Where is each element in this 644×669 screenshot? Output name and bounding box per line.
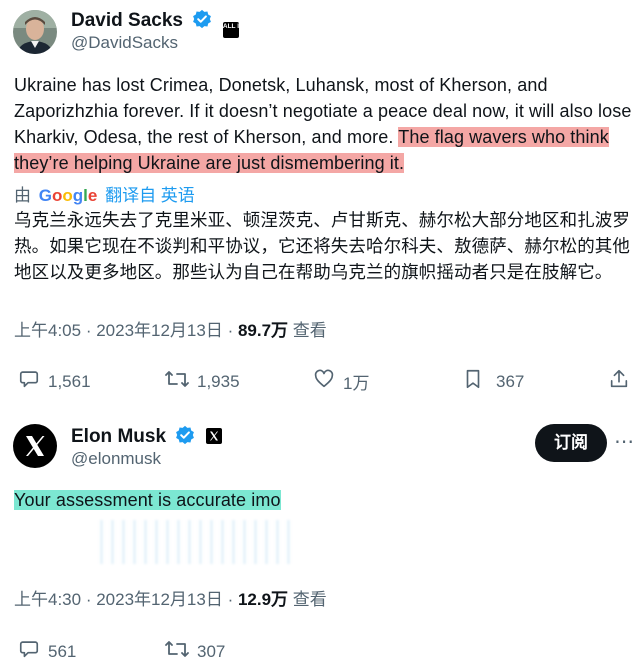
bookmark-icon: [462, 368, 492, 395]
view-count: 89.7万: [237, 321, 289, 340]
verified-icon: [175, 425, 195, 450]
david-sacks-avatar[interactable]: [13, 10, 57, 54]
verified-icon: [192, 9, 212, 34]
retweet-icon: [165, 368, 197, 395]
views-label: 查看: [292, 590, 327, 609]
retweet-button[interactable]: 307: [165, 638, 225, 665]
tweet-time[interactable]: 上午4:30: [14, 590, 81, 609]
reply-icon: [18, 368, 48, 395]
share-button[interactable]: [608, 368, 638, 395]
view-count: 12.9万: [237, 590, 289, 609]
author-name[interactable]: David Sacks: [71, 10, 183, 31]
tweet-meta: 上午4:05 · 2023年12月13日 · 89.7万 查看: [14, 321, 327, 340]
author-handle[interactable]: @DavidSacks: [71, 33, 178, 53]
reply-icon: [18, 638, 48, 665]
author-handle[interactable]: @elonmusk: [71, 449, 161, 469]
tweet-text-highlighted: Your assessment is accurate imo: [14, 490, 281, 510]
like-button[interactable]: 1万: [313, 368, 369, 395]
tweet-text: Ukraine has lost Crimea, Donetsk, Luhans…: [14, 72, 634, 176]
tweet-meta: 上午4:30 · 2023年12月13日 · 12.9万 查看: [14, 590, 327, 609]
retweet-count: 307: [197, 641, 226, 661]
reply-button[interactable]: 561: [18, 638, 76, 665]
retweet-count: 1,935: [197, 371, 240, 391]
views-label: 查看: [292, 321, 327, 340]
translate-prefix: 由: [14, 186, 31, 205]
retweet-icon: [165, 638, 197, 665]
translated-text: 乌克兰永远失去了克里米亚、顿涅茨克、卢甘斯克、赫尔松大部分地区和扎波罗热。如果它…: [14, 211, 630, 283]
translate-link[interactable]: 翻译自 英语: [105, 186, 195, 205]
author-name[interactable]: Elon Musk: [71, 426, 166, 447]
tweet-date[interactable]: 2023年12月13日: [96, 321, 223, 340]
share-icon: [608, 368, 638, 395]
more-icon[interactable]: ⋯: [614, 429, 635, 454]
blurred-artifact: [100, 520, 290, 564]
tweet-time[interactable]: 上午4:05: [14, 321, 81, 340]
bookmark-count: 367: [496, 371, 525, 391]
x-affiliate-badge-icon[interactable]: [205, 428, 222, 444]
reply-button[interactable]: 1,561: [18, 368, 91, 395]
tweet-text: Your assessment is accurate imo: [14, 487, 281, 513]
like-count: 1万: [343, 374, 370, 393]
tweet-date[interactable]: 2023年12月13日: [96, 590, 223, 609]
retweet-button[interactable]: 1,935: [165, 368, 240, 395]
reply-count: 561: [48, 641, 77, 661]
subscribe-button[interactable]: 订阅: [535, 424, 607, 462]
all-in-affiliate-badge[interactable]: ALL IN: [222, 22, 244, 38]
like-icon: [313, 368, 343, 395]
reply-count: 1,561: [48, 371, 91, 391]
bookmark-button[interactable]: 367: [462, 368, 524, 395]
google-logo: Google: [38, 186, 98, 205]
elon-musk-avatar[interactable]: [13, 424, 57, 468]
x-logo-icon: [13, 424, 57, 468]
translated-by-row: 由 Google 翻译自 英语: [14, 181, 195, 206]
